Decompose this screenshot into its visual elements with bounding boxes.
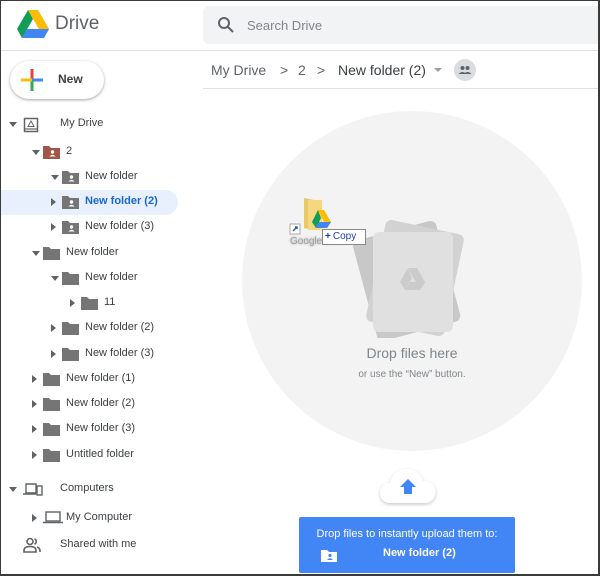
app-brand: Drive (55, 13, 100, 34)
folder-icon (43, 397, 60, 411)
drop-title: Drop files here (366, 345, 458, 361)
sidebar-item-label: New folder (85, 271, 138, 283)
sidebar-item-label: New folder (3) (66, 422, 136, 434)
folder-icon (43, 246, 60, 260)
sidebar-item-new-folder-3[interactable]: New folder (3) (0, 215, 178, 240)
computers-icon (23, 481, 43, 497)
sidebar-item-11[interactable]: 11 (0, 291, 178, 316)
upload-target-toast: Drop files to instantly upload them to: … (299, 517, 515, 573)
sidebar-item-label: Computers (60, 482, 114, 494)
toast-folder-name: New folder (2) (383, 547, 456, 559)
sidebar-item-2[interactable]: 2 (0, 140, 178, 165)
sidebar-item-new-folder[interactable]: New folder (0, 165, 178, 190)
sidebar-item-label: Shared with me (60, 538, 137, 550)
expand-arrow-right-icon[interactable] (70, 299, 75, 307)
sidebar-item-label: New folder (1) (66, 372, 136, 384)
copy-label: Copy (332, 231, 357, 242)
my-drive-icon (23, 117, 40, 133)
breadcrumb-current-folder[interactable]: New folder (2) (338, 62, 426, 78)
expand-arrow-right-icon[interactable] (32, 375, 37, 383)
drop-subtitle: or use the “New” button. (358, 369, 466, 380)
laptop-icon (43, 510, 63, 526)
new-button[interactable]: New (10, 61, 104, 99)
sidebar-item-label: My Drive (60, 117, 104, 129)
folder-icon (43, 372, 60, 386)
shared-folder-icon (62, 170, 79, 184)
expand-arrow-down-icon[interactable] (51, 175, 59, 180)
people-icon (458, 66, 472, 74)
sidebar-item-untitled-folder[interactable]: Untitled folder (0, 443, 178, 468)
sidebar-item-new-folder-3[interactable]: New folder (3) (0, 342, 178, 367)
sidebar-item-new-folder[interactable]: New folder (0, 241, 178, 266)
sidebar-item-new-folder-2[interactable]: New folder (2) (0, 190, 178, 215)
sidebar-item-label: New folder (2) (66, 397, 136, 409)
expand-arrow-down-icon[interactable] (32, 150, 40, 155)
plus-icon: + (325, 231, 331, 242)
folder-icon (81, 296, 98, 310)
breadcrumb-separator: > (317, 62, 326, 78)
shared-folder-icon (321, 550, 337, 562)
new-button-label: New (58, 72, 83, 86)
shared-folder-icon (43, 145, 60, 159)
folder-icon (62, 347, 79, 361)
sidebar-item-shared-with-me[interactable]: Shared with me (0, 533, 178, 558)
sidebar-item-label: New folder (66, 246, 119, 258)
app-header: Drive (0, 0, 600, 51)
sidebar-item-label: New folder (85, 170, 138, 182)
sidebar-item-new-folder-2[interactable]: New folder (2) (0, 392, 178, 417)
toast-message: Drop files to instantly upload them to: (316, 528, 498, 540)
sidebar-item-label: New folder (3) (85, 347, 155, 359)
expand-arrow-down-icon[interactable] (9, 122, 17, 127)
expand-arrow-right-icon[interactable] (32, 400, 37, 408)
sidebar-item-computers[interactable]: Computers (0, 477, 178, 502)
plus-icon (21, 69, 43, 91)
search-input[interactable] (247, 6, 587, 44)
breadcrumb: My Drive > 2 > New folder (2) (203, 51, 600, 89)
shared-with-me-icon (23, 537, 43, 553)
search-icon[interactable] (217, 16, 235, 34)
expand-arrow-down-icon[interactable] (32, 251, 40, 256)
expand-arrow-right-icon[interactable] (32, 451, 37, 459)
folder-icon (43, 448, 60, 462)
expand-arrow-right-icon[interactable] (51, 198, 56, 206)
sidebar-item-label: New folder (3) (85, 220, 155, 232)
expand-arrow-right-icon[interactable] (51, 223, 56, 231)
chevron-down-icon[interactable] (434, 68, 442, 72)
upload-cloud-icon (380, 468, 436, 503)
search-bar[interactable] (203, 6, 600, 44)
sidebar-item-label: My Computer (66, 511, 133, 523)
sidebar-item-new-folder-3[interactable]: New folder (3) (0, 417, 178, 442)
drive-logo-icon[interactable] (17, 9, 49, 39)
folder-icon (43, 422, 60, 436)
sidebar-item-my-computer[interactable]: My Computer (0, 506, 178, 531)
sidebar-item-my-drive[interactable]: My Drive (0, 112, 178, 137)
breadcrumb-separator: > (280, 62, 289, 78)
sidebar-item-new-folder-1[interactable]: New folder (1) (0, 367, 178, 392)
sidebar-item-label: Untitled folder (66, 448, 134, 460)
expand-arrow-right-icon[interactable] (51, 350, 56, 358)
expand-arrow-down-icon[interactable] (9, 487, 17, 492)
sidebar-item-label: 11 (104, 296, 116, 308)
sidebar-item-label: New folder (2) (85, 321, 155, 333)
breadcrumb-my-drive[interactable]: My Drive (211, 62, 266, 78)
expand-arrow-right-icon[interactable] (32, 425, 37, 433)
expand-arrow-right-icon[interactable] (51, 324, 56, 332)
shared-folder-icon (62, 195, 79, 209)
shared-folder-icon (62, 220, 79, 234)
expand-arrow-right-icon[interactable] (32, 514, 37, 522)
folder-icon (62, 271, 79, 285)
sidebar-item-label: New folder (2) (85, 195, 158, 207)
breadcrumb-folder-2[interactable]: 2 (298, 62, 306, 78)
shared-folder-badge[interactable] (454, 59, 476, 81)
sidebar-item-new-folder[interactable]: New folder (0, 266, 178, 291)
folder-icon (62, 321, 79, 335)
copy-cursor-badge: + Copy (322, 229, 366, 245)
sidebar-item-label: 2 (66, 145, 73, 157)
sidebar-item-new-folder-2[interactable]: New folder (2) (0, 316, 178, 341)
expand-arrow-down-icon[interactable] (51, 276, 59, 281)
